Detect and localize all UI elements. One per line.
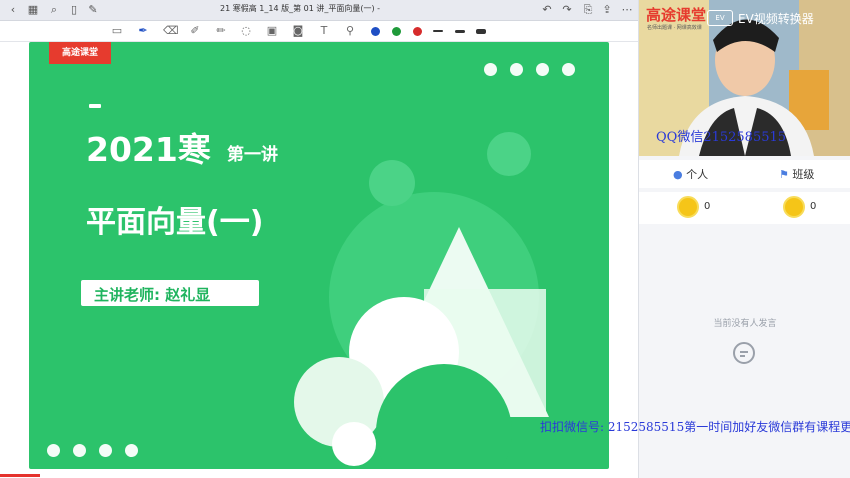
export-icon[interactable]: ⎘ <box>581 3 595 17</box>
lasso-icon[interactable]: ◌ <box>239 24 253 38</box>
ev-watermark: EV视频转换器 <box>738 12 814 26</box>
decor-dot <box>99 444 112 457</box>
teacher-name: 主讲老师: 赵礼显 <box>94 286 211 304</box>
decor-circle-small <box>369 160 415 206</box>
flag-icon: ⚑ <box>779 168 789 181</box>
blue-color-swatch[interactable] <box>371 27 380 36</box>
edit-doc-icon[interactable]: ✎ <box>86 3 100 17</box>
text-icon[interactable]: T <box>317 24 331 38</box>
person-icon: ● <box>673 168 683 181</box>
panel-tabs: ● 个人 ⚑ 班级 <box>639 160 850 188</box>
page-view-icon[interactable]: ▭ <box>110 24 124 38</box>
coin-row: 0 0 <box>639 192 850 224</box>
progress-bar <box>0 474 40 477</box>
decor-dot <box>125 444 138 457</box>
eraser-icon[interactable]: ⌫ <box>163 24 179 38</box>
more-icon[interactable]: ⋯ <box>620 3 634 17</box>
share-icon[interactable]: ⇪ <box>600 3 614 17</box>
coin-count-personal: 0 <box>704 201 711 212</box>
ev-badge: EV <box>707 10 733 26</box>
lecture-topic: 平面向量(一) <box>86 205 264 240</box>
grid-icon[interactable]: ▦ <box>26 3 40 17</box>
green-color-swatch[interactable] <box>392 27 401 36</box>
tab-personal[interactable]: ● 个人 <box>673 166 708 182</box>
coin-icon <box>677 196 699 218</box>
search-icon[interactable]: ⌕ <box>47 3 61 17</box>
back-icon[interactable]: ‹ <box>6 3 20 17</box>
chat-empty-message: 当前没有人发言 <box>713 319 777 329</box>
chat-bubble-icon <box>733 342 755 364</box>
qq-watermark: QQ微信2152585515 <box>656 130 787 145</box>
tab-personal-label: 个人 <box>686 168 709 181</box>
medium-line-tool[interactable] <box>455 30 465 33</box>
title-dash <box>89 104 101 108</box>
image-icon[interactable]: ▣ <box>265 24 279 38</box>
teacher-badge: 主讲老师: 赵礼显 <box>81 280 259 306</box>
red-color-swatch[interactable] <box>413 27 422 36</box>
decor-dot <box>562 63 575 76</box>
course-year-title: 2021寒 <box>86 130 211 169</box>
tab-class-label: 班级 <box>792 168 815 181</box>
side-panel: ● 个人 ⚑ 班级 0 0 当前没有人发言 <box>638 0 850 478</box>
decor-dot <box>510 63 523 76</box>
redo-icon[interactable]: ↷ <box>560 3 574 17</box>
camera-icon[interactable]: ◙ <box>291 24 305 38</box>
pen-icon[interactable]: ✒ <box>136 24 150 38</box>
brand-tag: 高途课堂 <box>49 42 111 64</box>
decor-dot <box>47 444 60 457</box>
brand-slogan: 名师出题课 · 网课高效课 <box>647 25 702 31</box>
lecture-number: 第一讲 <box>227 145 278 165</box>
highlighter-icon[interactable]: ✐ <box>188 24 202 38</box>
document-title: 21 寒假高 1_14 版_第 01 讲_平面向量(一) - <box>220 4 381 13</box>
coin-count-class: 0 <box>810 201 817 212</box>
tab-class[interactable]: ⚑ 班级 <box>779 166 814 182</box>
drawing-toolbar: ▭ ✒ ⌫ ✐ ✏ ◌ ▣ ◙ T ⚲ <box>0 21 638 42</box>
bookmark-icon[interactable]: ▯ <box>67 3 81 17</box>
decor-dot <box>73 444 86 457</box>
bottom-watermark: 扣扣微信号: 2152585515第一时间加好友微信群有课程更新通知 <box>540 420 850 434</box>
marker-icon[interactable]: ✏ <box>214 24 228 38</box>
decor-dot <box>484 63 497 76</box>
undo-icon[interactable]: ↶ <box>540 3 554 17</box>
title-bar: ‹ ▦ ⌕ ▯ ✎ 21 寒假高 1_14 版_第 01 讲_平面向量(一) -… <box>0 0 638 21</box>
lecture-slide: 高途课堂 2021寒 第一讲 平面向量(一) 主讲老师: 赵礼显 <box>29 42 609 469</box>
brand-logo: 高途课堂 <box>646 6 707 24</box>
decor-circle-small <box>487 132 531 176</box>
decor-dot <box>536 63 549 76</box>
coin-icon <box>783 196 805 218</box>
link-icon[interactable]: ⚲ <box>343 24 357 38</box>
thin-line-tool[interactable] <box>433 30 443 32</box>
thick-line-tool[interactable] <box>476 29 486 34</box>
